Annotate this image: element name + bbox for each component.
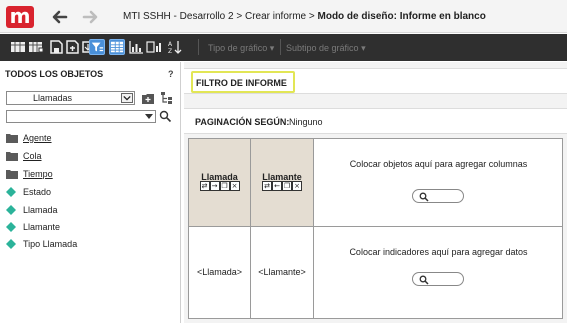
- breadcrumb-current: Modo de diseño: Informe en blanco: [317, 11, 486, 22]
- swap-icon[interactable]: ⇄: [262, 181, 272, 191]
- objects-panel: TODOS LOS OBJETOS ? Llamadas Agente Cola…: [0, 62, 181, 323]
- report-grid: Llamada ⇄ → ❐ × Llamante ⇄ ← ❐ × Colocar objet…: [188, 138, 563, 319]
- tree-item-label: Agente: [23, 133, 52, 143]
- svg-text:Z: Z: [168, 48, 172, 55]
- folder-icon: [6, 134, 18, 143]
- table-edit-icon[interactable]: [28, 39, 44, 55]
- tree-item-label: Tipo Llamada: [23, 239, 78, 249]
- remove-icon[interactable]: ×: [292, 181, 302, 191]
- tree-item-label: Cola: [23, 151, 42, 161]
- swap-icon[interactable]: ⇄: [199, 181, 210, 191]
- save-as-icon[interactable]: [64, 39, 80, 55]
- row-value: <Llamante>: [258, 267, 306, 277]
- tree-item-label: Tiempo: [23, 169, 53, 179]
- chart-subtype-dropdown[interactable]: Subtipo de gráfico ▾: [286, 43, 366, 54]
- column-controls: ⇄ → ❐ ×: [189, 181, 250, 192]
- drop-columns-text: Colocar objetos aquí para agregar column…: [349, 159, 528, 169]
- search-icon: [419, 275, 429, 285]
- move-left-icon[interactable]: ←: [272, 181, 282, 191]
- column-header-llamante[interactable]: Llamante ⇄ ← ❐ ×: [251, 139, 314, 227]
- indicator-search-field[interactable]: [412, 272, 464, 286]
- design-toolbar: AZ Tipo de gráfico ▾ Subtipo de gráfico …: [0, 34, 567, 61]
- help-icon[interactable]: ?: [168, 69, 174, 79]
- chevron-down-icon[interactable]: [121, 93, 133, 103]
- folder-icon: [6, 152, 18, 161]
- search-icon[interactable]: [159, 110, 172, 123]
- search-icon: [419, 192, 429, 202]
- row-cell-llamada[interactable]: <Llamada>: [189, 227, 251, 318]
- table-chart-icon[interactable]: [146, 39, 162, 55]
- tree-item-label: Estado: [23, 187, 52, 197]
- row-value: <Llamada>: [196, 267, 243, 277]
- search-dropdown-icon[interactable]: [145, 114, 153, 119]
- column-controls: ⇄ ← ❐ ×: [251, 181, 313, 192]
- toolbar-divider: [280, 39, 281, 55]
- tree-item-label: Llamante: [23, 222, 61, 232]
- row-cell-llamante[interactable]: <Llamante>: [251, 227, 314, 318]
- column-search-field[interactable]: [412, 189, 464, 203]
- breadcrumb-path[interactable]: MTI SSHH - Desarrollo 2 > Crear informe …: [123, 11, 318, 22]
- copy-icon[interactable]: ❐: [282, 181, 292, 191]
- forward-arrow-icon[interactable]: [80, 7, 100, 27]
- object-select[interactable]: Llamadas: [6, 91, 135, 105]
- toolbar-divider: [198, 39, 199, 55]
- breadcrumb: MTI SSHH - Desarrollo 2 > Crear informe …: [123, 11, 486, 22]
- copy-icon[interactable]: ❐: [219, 181, 230, 191]
- chart-type-label: Tipo de gráfico: [208, 43, 268, 53]
- drop-indicators-text: Colocar indicadores aquí para agregar da…: [349, 247, 528, 257]
- pagination-label: PAGINACIÓN SEGÚN:: [195, 117, 290, 127]
- chart-view-icon[interactable]: [128, 39, 144, 55]
- table-view-icon[interactable]: [109, 39, 125, 55]
- pagination-row[interactable]: PAGINACIÓN SEGÚN: Ninguno: [184, 108, 567, 134]
- filter-icon[interactable]: [89, 39, 105, 55]
- diamond-icon: [6, 239, 16, 249]
- sort-icon[interactable]: AZ: [167, 39, 183, 55]
- new-folder-icon[interactable]: [141, 91, 155, 105]
- diamond-icon: [6, 187, 16, 197]
- drop-indicators-zone[interactable]: Colocar indicadores aquí para agregar da…: [314, 227, 563, 318]
- pagination-value[interactable]: Ninguno: [289, 117, 323, 127]
- object-select-value: Llamadas: [33, 93, 73, 103]
- tree-item-label: Llamada: [23, 205, 58, 215]
- remove-icon[interactable]: ×: [229, 181, 240, 191]
- save-icon[interactable]: [48, 39, 64, 55]
- drop-columns-zone[interactable]: Colocar objetos aquí para agregar column…: [314, 139, 563, 227]
- back-arrow-icon[interactable]: [50, 7, 70, 27]
- design-mode-icon[interactable]: [10, 39, 26, 55]
- folder-icon: [6, 170, 18, 179]
- diamond-icon: [6, 222, 16, 232]
- report-filter-label: FILTRO DE INFORME: [196, 78, 287, 88]
- app-logo[interactable]: m: [6, 6, 34, 28]
- chart-subtype-label: Subtipo de gráfico: [286, 43, 359, 53]
- hierarchy-icon[interactable]: [160, 91, 174, 105]
- report-filter-zone[interactable]: FILTRO DE INFORME: [191, 71, 295, 93]
- top-header: m MTI SSHH - Desarrollo 2 > Crear inform…: [0, 0, 567, 33]
- chart-type-dropdown[interactable]: Tipo de gráfico ▾: [208, 43, 274, 54]
- report-filter-row[interactable]: FILTRO DE INFORME: [184, 68, 567, 94]
- object-search-input[interactable]: [6, 110, 156, 123]
- report-canvas: FILTRO DE INFORME PAGINACIÓN SEGÚN: Ning…: [184, 62, 567, 323]
- panel-title: TODOS LOS OBJETOS: [5, 69, 104, 79]
- move-right-icon[interactable]: →: [209, 181, 220, 191]
- svg-text:A: A: [168, 41, 173, 48]
- diamond-icon: [6, 205, 16, 215]
- column-header-llamada[interactable]: Llamada ⇄ → ❐ ×: [189, 139, 251, 227]
